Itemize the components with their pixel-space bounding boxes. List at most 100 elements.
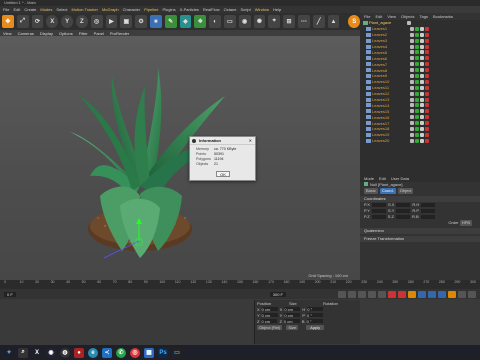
axis-y-button[interactable]: Y [61, 15, 73, 28]
pen-icon[interactable]: ✎ [164, 15, 177, 28]
section-quaternion[interactable]: Quaternion [360, 228, 480, 234]
phong-tag-icon[interactable] [420, 103, 424, 108]
material-tag-icon[interactable] [425, 121, 429, 126]
object-tags[interactable] [410, 121, 429, 126]
attr-menu-edit[interactable]: Edit [379, 176, 386, 181]
check-icon[interactable] [415, 73, 419, 78]
material-tag-icon[interactable] [425, 79, 429, 84]
phong-tag-icon[interactable] [420, 132, 424, 137]
object-tags[interactable] [410, 68, 429, 73]
rotation-field[interactable]: 0 ° [307, 307, 324, 312]
menu-item-pipeline[interactable]: Pipeline [144, 7, 158, 12]
obs-app-icon[interactable]: ◍ [60, 347, 70, 358]
material-tag-icon[interactable] [425, 73, 429, 78]
phong-tag-icon[interactable] [420, 32, 424, 37]
coord-mode-dropdown[interactable]: Object (Rel) [257, 324, 283, 330]
move-tool-icon[interactable]: ✥ [2, 15, 14, 28]
visibility-dot-icon[interactable] [410, 115, 414, 120]
mode-points-icon[interactable]: ⋯ [297, 15, 310, 28]
search-icon[interactable]: ⌕ [18, 347, 28, 358]
key-rotation-icon[interactable] [438, 290, 446, 298]
size-field[interactable]: 0 cm [284, 307, 301, 312]
visibility-dot-icon[interactable] [410, 121, 414, 126]
coord-size-dropdown[interactable]: Size [286, 324, 299, 330]
material-tag-icon[interactable] [425, 91, 429, 96]
tab-coord[interactable]: Coord. [379, 188, 396, 194]
visibility-dot-icon[interactable] [410, 62, 414, 67]
viewport-menu-options[interactable]: Options [59, 31, 73, 36]
visibility-dot-icon[interactable] [410, 138, 414, 143]
pos-z-field[interactable] [371, 214, 386, 219]
menu-item-script[interactable]: Script [241, 7, 251, 12]
visibility-dot-icon[interactable] [410, 68, 414, 73]
phong-tag-icon[interactable] [420, 79, 424, 84]
visibility-dot-icon[interactable] [410, 103, 414, 108]
material-tag-icon[interactable] [425, 115, 429, 120]
check-icon[interactable] [415, 85, 419, 90]
object-tags[interactable] [410, 126, 429, 131]
check-icon[interactable] [415, 79, 419, 84]
record-app-icon[interactable]: ● [74, 347, 84, 358]
menu-item-octane[interactable]: Octane [224, 7, 237, 12]
phong-tag-icon[interactable] [420, 44, 424, 49]
render-view-icon[interactable]: ▶ [105, 15, 118, 28]
object-tags[interactable] [410, 97, 429, 102]
menu-item-edit[interactable]: Edit [13, 7, 20, 12]
object-tags[interactable] [410, 56, 429, 61]
material-tag-icon[interactable] [425, 126, 429, 131]
viewport[interactable]: Grid Spacing : 100 cm [0, 36, 360, 280]
position-field[interactable]: 0 cm [261, 313, 278, 318]
viewport-menu-panel[interactable]: Panel [94, 31, 104, 36]
check-icon[interactable] [415, 62, 419, 67]
check-icon[interactable] [415, 91, 419, 96]
viewport-menu-cameras[interactable]: Cameras [18, 31, 34, 36]
material-tag-icon[interactable] [425, 26, 429, 31]
material-tag-icon[interactable] [425, 50, 429, 55]
material-tag-icon[interactable] [425, 109, 429, 114]
floor-icon[interactable]: ▭ [223, 15, 236, 28]
phong-tag-icon[interactable] [420, 56, 424, 61]
subdivision-icon[interactable]: ◆ [179, 15, 192, 28]
check-icon[interactable] [415, 121, 419, 126]
objects-menu-view[interactable]: View [387, 14, 396, 19]
size-field[interactable]: 0 cm [283, 319, 300, 324]
position-field[interactable]: 0 cm [261, 319, 278, 324]
rotation-field[interactable]: 0 ° [307, 313, 324, 318]
ok-button[interactable]: OK [216, 171, 230, 177]
position-field[interactable]: 0 cm [261, 307, 278, 312]
check-icon[interactable] [415, 97, 419, 102]
viewport-menu-display[interactable]: Display [40, 31, 53, 36]
render-picture-icon[interactable]: ▣ [120, 15, 133, 28]
material-tag-icon[interactable] [425, 138, 429, 143]
close-icon[interactable]: ✕ [249, 137, 252, 145]
apply-button[interactable]: Apply [306, 324, 325, 330]
check-icon[interactable] [415, 38, 419, 43]
section-freeze-transformation[interactable]: Freeze Transformation [360, 236, 480, 242]
menu-item-x-particles[interactable]: X-Particles [180, 7, 199, 12]
visibility-dot-icon[interactable] [410, 38, 414, 43]
axis-x-button[interactable]: X [46, 15, 59, 28]
visibility-dot-icon[interactable] [410, 32, 414, 37]
rotation-field[interactable]: 0 ° [306, 319, 323, 324]
go-start-icon[interactable] [338, 290, 346, 298]
phong-tag-icon[interactable] [420, 138, 424, 143]
check-icon[interactable] [415, 138, 419, 143]
object-tags[interactable] [410, 79, 429, 84]
cinema4d-app-icon[interactable]: ◉ [46, 347, 56, 358]
scale-y-field[interactable] [396, 208, 411, 213]
visibility-dot-icon[interactable] [410, 50, 414, 55]
visibility-dot-icon[interactable] [410, 109, 414, 114]
phong-tag-icon[interactable] [420, 38, 424, 43]
frame-start-field[interactable]: 0 F [4, 291, 16, 297]
material-tag-icon[interactable] [425, 97, 429, 102]
viewport-menu-view[interactable]: View [3, 31, 12, 36]
object-tags[interactable] [410, 32, 429, 37]
objects-menu-file[interactable]: File [364, 14, 370, 19]
visibility-icons[interactable] [407, 20, 411, 25]
phong-tag-icon[interactable] [420, 62, 424, 67]
mode-edges-icon[interactable]: ╱ [312, 15, 325, 28]
object-tags[interactable] [410, 38, 429, 43]
viewport-menu-prorender[interactable]: ProRender [110, 31, 129, 36]
menu-item-realflow[interactable]: RealFlow [203, 7, 220, 12]
photoshop-icon[interactable]: Ps [158, 347, 168, 358]
